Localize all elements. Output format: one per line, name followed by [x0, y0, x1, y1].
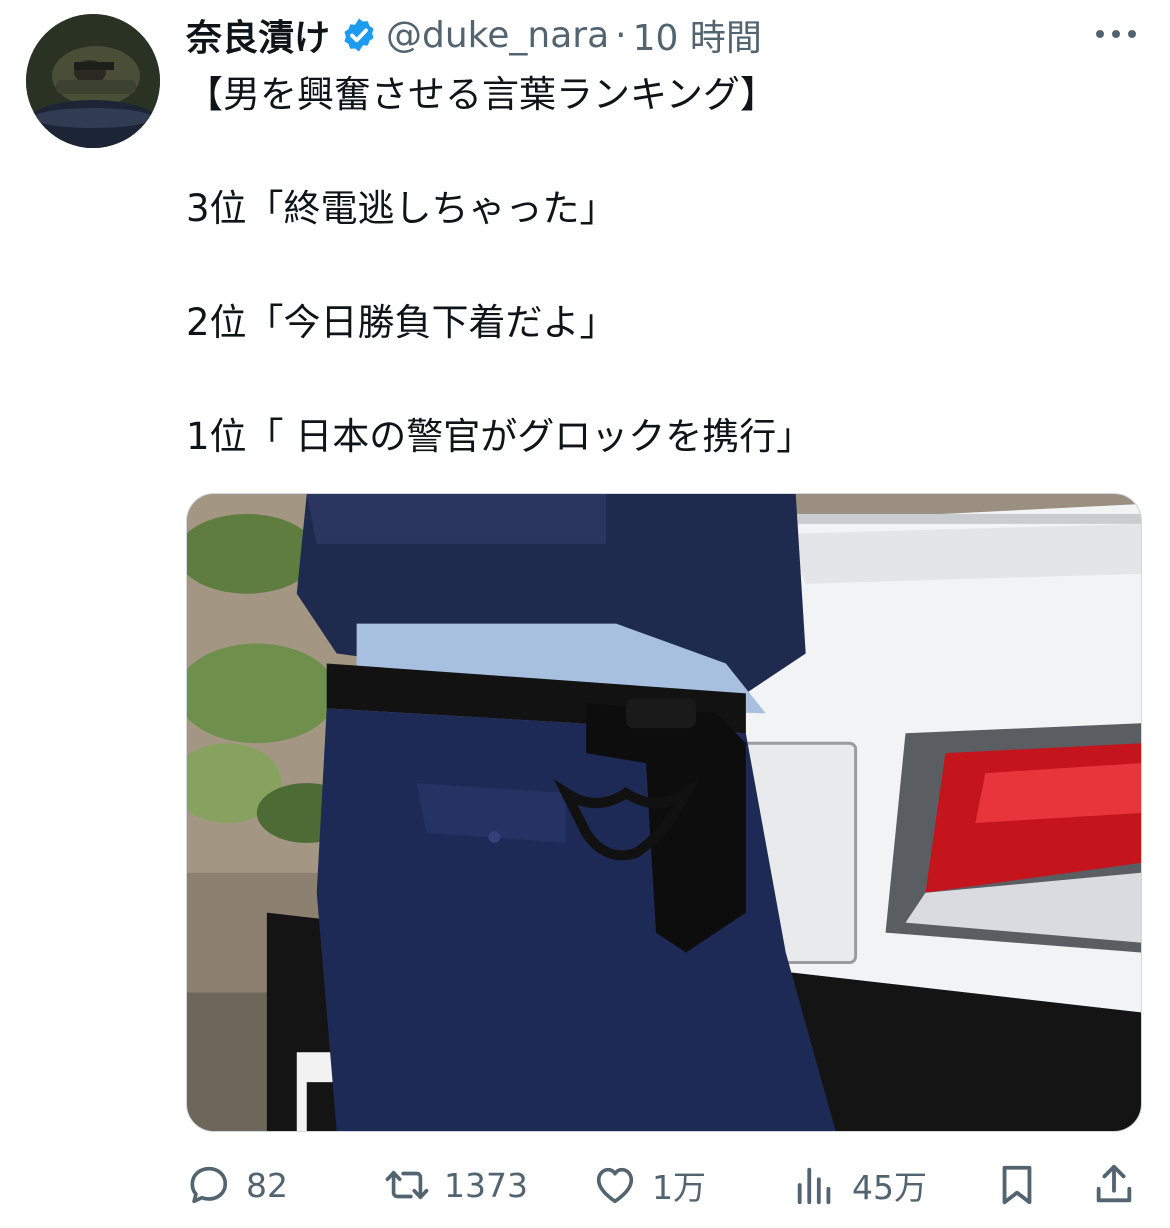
police-officer-photo — [187, 494, 1141, 1131]
verified-badge-icon — [340, 16, 378, 54]
separator-dot: · — [615, 14, 627, 56]
tweet-line-blank — [186, 124, 1136, 180]
reply-icon — [190, 1166, 228, 1204]
tweet-actions: 82 1373 1万 45万 — [186, 1160, 1136, 1210]
avatar[interactable] — [26, 14, 160, 148]
display-name[interactable]: 奈良漬け — [186, 9, 330, 61]
tweet-line-rank-2: 2位「今日勝負下着だよ」 — [186, 301, 617, 344]
share-icon — [1096, 1164, 1132, 1203]
tweet-line-rank-1: 1位「 日本の警官がグロックを携行」 — [186, 415, 814, 458]
retweet-count: 1373 — [444, 1165, 528, 1205]
avatar-image — [26, 14, 160, 148]
heart-icon — [596, 1167, 634, 1204]
reply-button[interactable]: 82 — [186, 1160, 288, 1210]
tweet-photo[interactable] — [186, 493, 1142, 1132]
like-count: 1万 — [652, 1168, 706, 1207]
tweet-text: 【男を興奮させる言葉ランキング】 3位「終電逃しちゃった」 2位「今日勝負下着だ… — [186, 66, 1136, 466]
tweet-line-blank — [186, 352, 1136, 408]
like-button[interactable]: 1万 — [592, 1160, 706, 1210]
tweet-line-rank-3: 3位「終電逃しちゃった」 — [186, 187, 617, 230]
tweet-line-blank — [186, 238, 1136, 294]
tweet-header: 奈良漬け @duke_nara · 10 時間 — [186, 10, 762, 60]
tweet: 奈良漬け @duke_nara · 10 時間 【男を興奮させる言葉ランキング】… — [0, 0, 1170, 1228]
retweet-button[interactable]: 1373 — [384, 1160, 528, 1210]
views-count: 45万 — [852, 1168, 927, 1207]
views-button[interactable]: 45万 — [792, 1160, 927, 1210]
user-handle[interactable]: @duke_nara — [386, 15, 609, 56]
retweet-icon — [385, 1170, 429, 1200]
bookmark-icon — [1002, 1165, 1032, 1205]
reply-count: 82 — [246, 1165, 288, 1205]
more-options-icon[interactable] — [1096, 22, 1136, 46]
timestamp[interactable]: 10 時間 — [633, 9, 762, 61]
bookmark-button[interactable] — [994, 1160, 1040, 1210]
tweet-line-title: 【男を興奮させる言葉ランキング】 — [186, 73, 777, 116]
share-button[interactable] — [1091, 1160, 1137, 1210]
views-icon — [797, 1167, 831, 1205]
